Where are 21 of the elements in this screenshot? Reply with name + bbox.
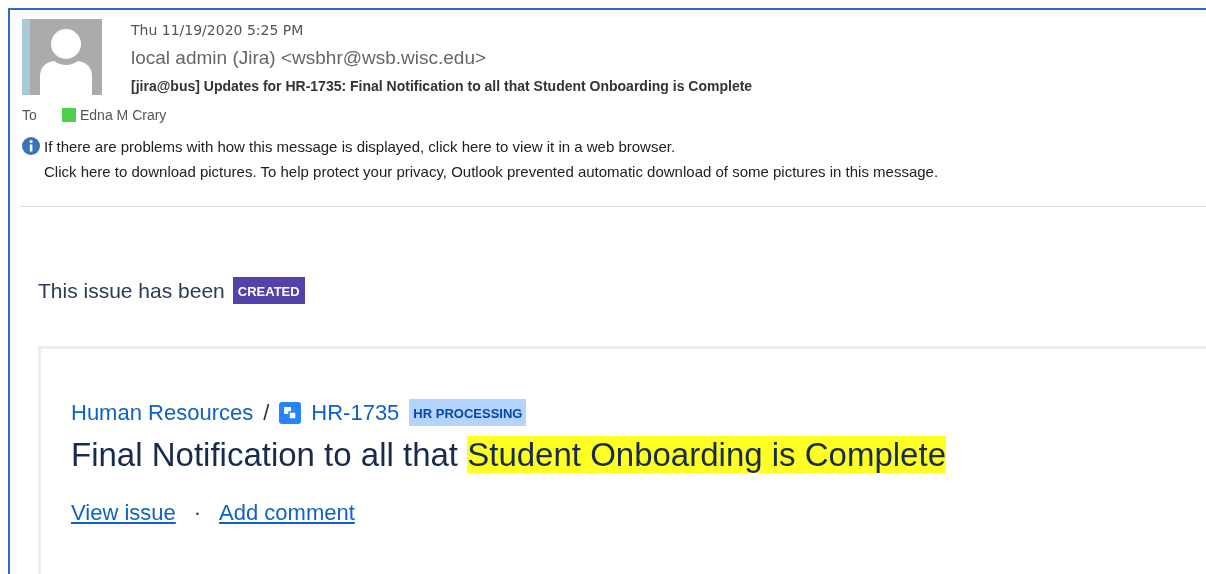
highlighted-text: Student Onboarding is Complete [467, 436, 946, 473]
action-separator: · [193, 500, 202, 526]
recipient-name[interactable]: Edna M Crary [80, 107, 167, 123]
intro-text: This issue has been [38, 278, 225, 303]
email-subject: [jira@bus] Updates for HR-1735: Final Notification to all that Student Onboarding is Complete [131, 78, 753, 94]
info-icon [22, 137, 40, 155]
action-link[interactable]: Add comment [219, 500, 355, 526]
sent-date: Thu 11/19/2020 5:25 PM [131, 22, 305, 38]
action-link[interactable]: View issue [71, 500, 176, 526]
project-link[interactable]: Human Resources [71, 399, 254, 426]
issue-key-link[interactable]: HR-1735 [311, 399, 400, 426]
avatar-icon [22, 19, 102, 95]
info-message[interactable]: If there are problems with how this message is displayed, click here to view it in a web browser. [44, 134, 939, 159]
issue-title: Final Notification to all that [71, 436, 460, 473]
issue-type-icon [279, 401, 302, 424]
status-lozenge: CREATED [232, 277, 305, 304]
status-lozenge: HR PROCESSING [409, 399, 527, 426]
breadcrumb-separator: / [263, 399, 270, 426]
sender-name: local admin (Jira) <wsbhr@wsb.wisc.edu> [131, 47, 488, 69]
info-message[interactable]: Click here to download pictures. To help protect your privacy, Outlook prevented automatic download of some pictures in this message. [44, 159, 939, 184]
to-label: To [22, 107, 38, 123]
